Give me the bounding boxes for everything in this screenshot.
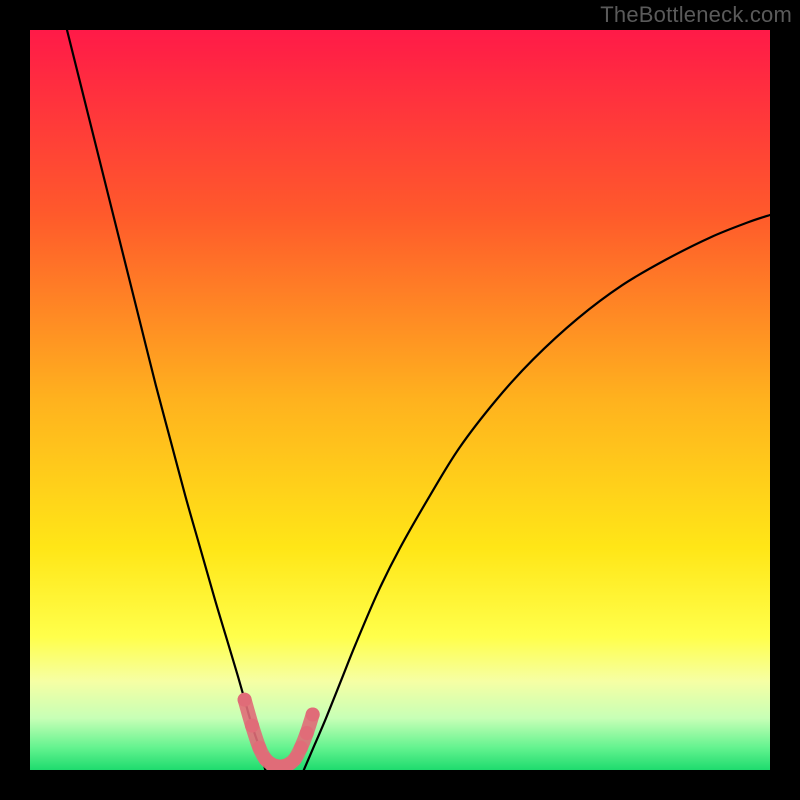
watermark-text: TheBottleneck.com [600,2,792,28]
marker-floor-markers-pink-9 [294,741,308,755]
marker-floor-markers-pink-0 [238,693,252,707]
marker-floor-markers-pink-1 [245,719,259,733]
chart-plot-area [30,30,770,770]
chart-svg [30,30,770,770]
marker-floor-markers-pink-10 [300,726,314,740]
marker-floor-markers-pink-11 [306,708,320,722]
outer-frame: TheBottleneck.com [0,0,800,800]
gradient-background [30,30,770,770]
